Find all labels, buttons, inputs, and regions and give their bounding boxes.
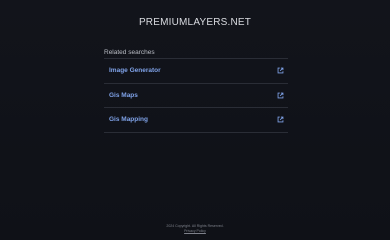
related-searches: Related searches Image Generator Gis Map…	[104, 48, 288, 133]
external-link-icon[interactable]	[277, 67, 284, 74]
external-link-icon[interactable]	[277, 116, 284, 123]
related-search-label[interactable]: Image Generator	[109, 67, 161, 74]
related-search-item[interactable]: Gis Mapping	[104, 108, 288, 133]
privacy-policy-link[interactable]: Privacy Policy	[0, 229, 390, 234]
footer: 2024 Copyright. All Rights Reserved. Pri…	[0, 224, 390, 234]
site-title: PREMIUMLAYERS.NET	[138, 17, 252, 28]
page: PREMIUMLAYERS.NET Related searches Image…	[0, 0, 390, 240]
related-search-label[interactable]: Gis Maps	[109, 92, 138, 99]
related-searches-heading: Related searches	[104, 49, 155, 56]
related-search-item[interactable]: Image Generator	[104, 59, 288, 84]
related-search-item[interactable]: Gis Maps	[104, 84, 288, 108]
related-searches-list: Image Generator Gis Maps Gis Mapping	[104, 58, 288, 133]
external-link-icon[interactable]	[277, 92, 284, 99]
related-search-label[interactable]: Gis Mapping	[109, 116, 148, 123]
